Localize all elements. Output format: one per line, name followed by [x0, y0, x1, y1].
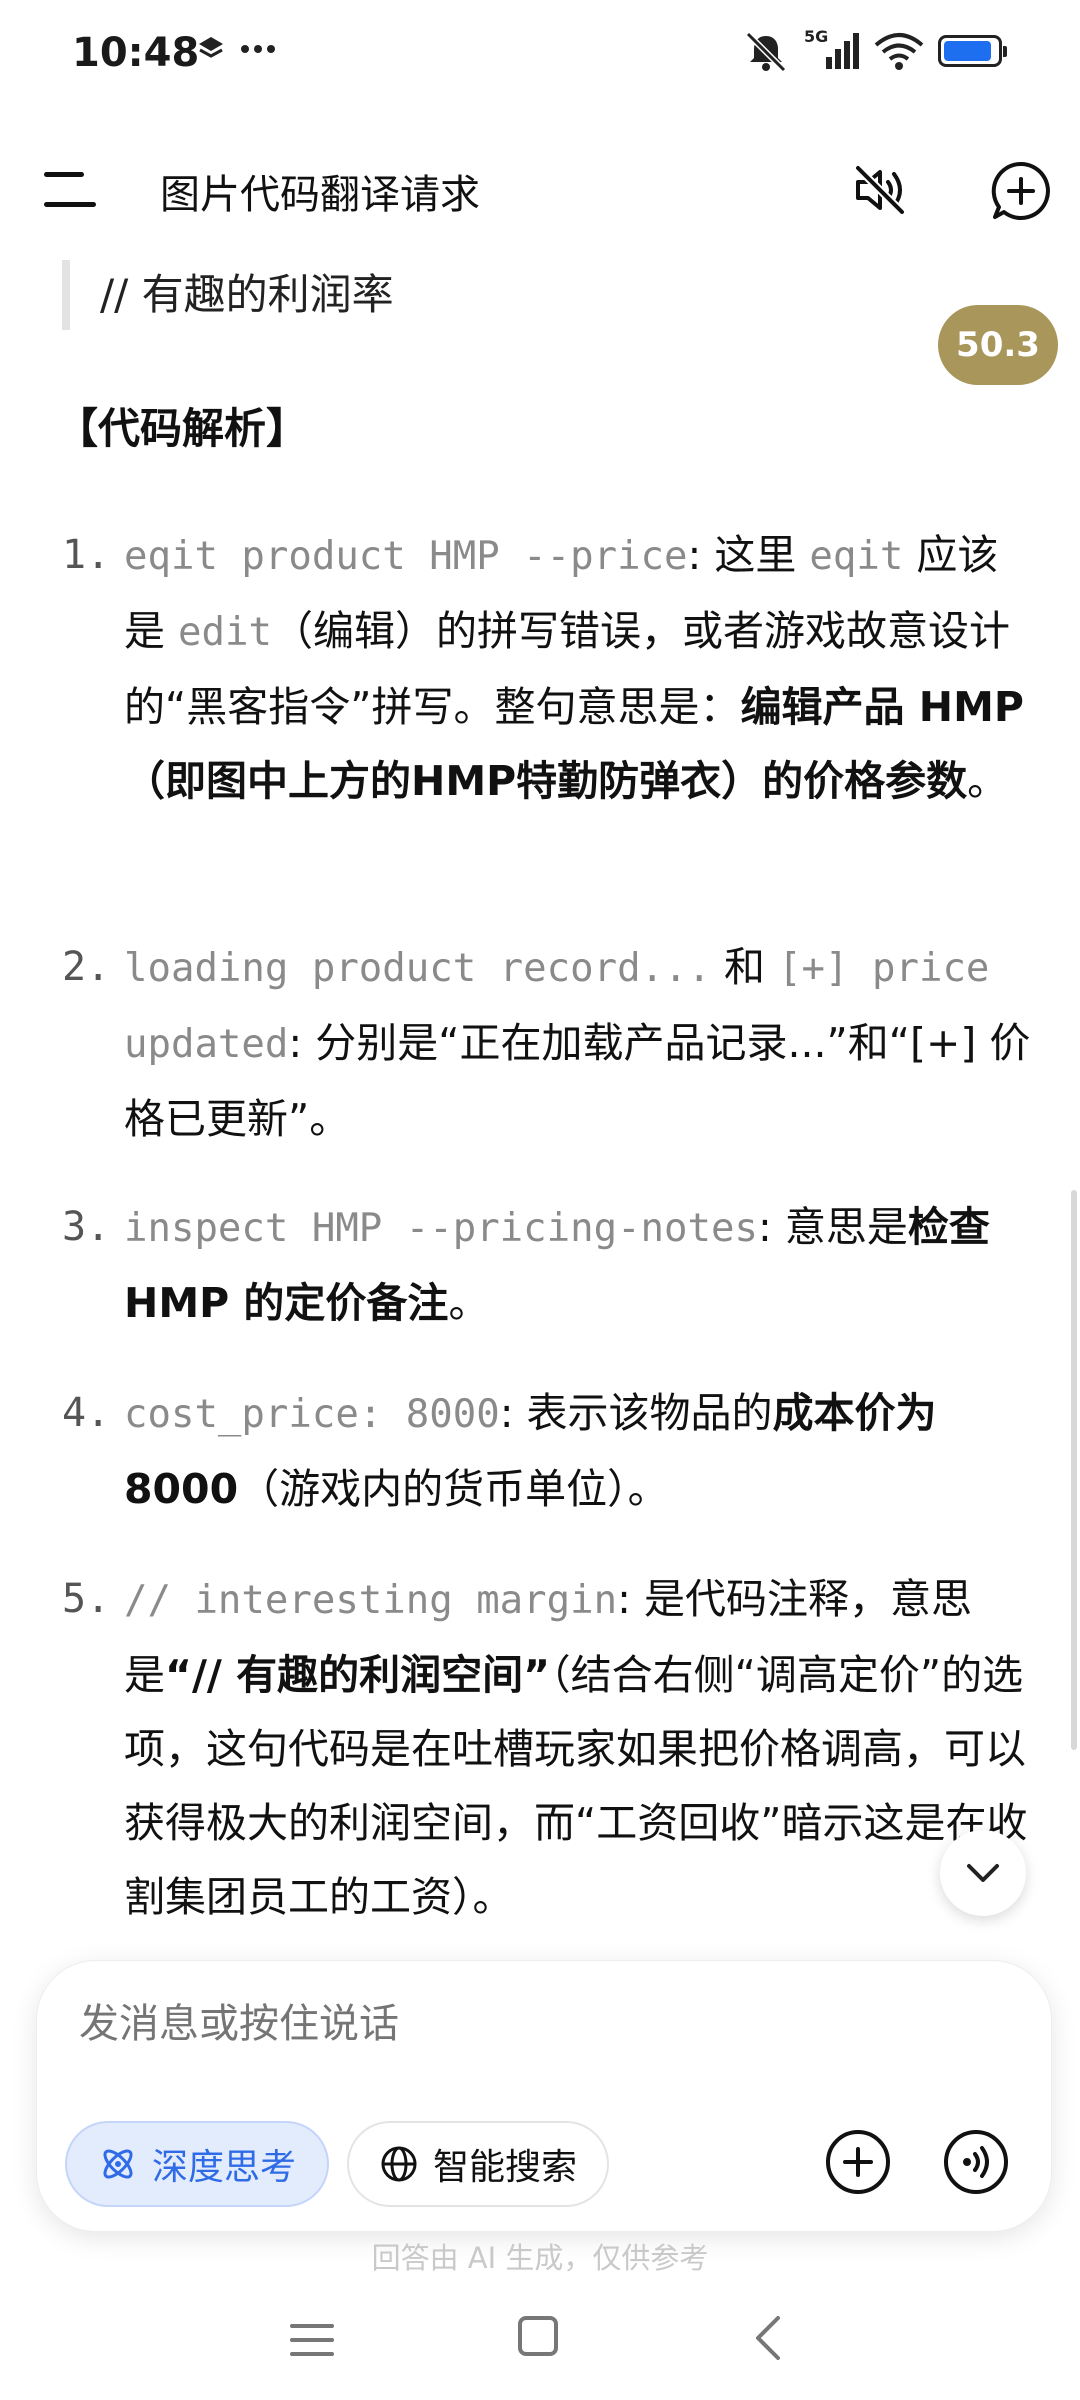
code-span: // interesting margin [124, 1578, 618, 1623]
deep-think-label: 深度思考 [151, 2147, 296, 2188]
code-span: inspect HMP --pricing-notes [124, 1206, 758, 1251]
list-item-number: 5. [62, 1576, 111, 1622]
list-item-text: loading product record... 和 [+] price up… [124, 943, 1031, 1143]
more-dots-icon [241, 45, 275, 53]
new-chat-icon [991, 161, 1050, 220]
speaker-muted-button[interactable] [850, 160, 910, 220]
plus-circle-icon [826, 2130, 890, 2194]
list-item-number: 2. [62, 944, 111, 990]
message-input[interactable] [79, 2001, 979, 2047]
list-item-number: 1. [62, 532, 111, 578]
list-item-text: inspect HMP --pricing-notes: 意思是检查 HMP 的… [124, 1203, 990, 1327]
score-badge: 50.3 [938, 305, 1058, 385]
code-span: loading product record... [124, 946, 711, 991]
new-chat-button[interactable] [990, 160, 1052, 222]
globe-icon [381, 2146, 417, 2182]
smart-search-toggle[interactable]: 智能搜索 [347, 2121, 609, 2207]
speaker-muted-icon [855, 165, 905, 215]
chat-header: 图片代码翻译请求 [0, 140, 1080, 240]
status-time: 10:48 [72, 30, 200, 76]
mute-bell-icon [745, 31, 787, 72]
status-left-icons [196, 34, 276, 64]
scroll-to-bottom-button[interactable] [940, 1830, 1026, 1916]
scrollbar[interactable] [1071, 1190, 1077, 1750]
atom-icon [103, 2149, 133, 2179]
code-span: eqit product HMP --price [124, 534, 688, 579]
message-composer: 深度思考 智能搜索 [36, 1960, 1052, 2232]
bold-text: “// 有趣的利润空间” [165, 1651, 551, 1699]
status-right-icons: 5G [742, 27, 1007, 72]
attach-button[interactable] [823, 2127, 893, 2197]
deep-think-toggle[interactable]: 深度思考 [65, 2121, 329, 2207]
list-item-number: 4. [62, 1390, 111, 1436]
voice-call-icon [944, 2130, 1008, 2194]
back-icon[interactable] [748, 2314, 788, 2362]
voice-call-button[interactable] [941, 2127, 1011, 2197]
menu-icon [44, 172, 84, 177]
chevron-down-icon [967, 1864, 999, 1882]
status-bar: 10:48 5G [0, 0, 1080, 118]
code-span: edit [178, 610, 272, 655]
section-title: 【代码解析】 [56, 404, 309, 453]
list-item-text: cost_price: 8000: 表示该物品的成本价为 8000（游戏内的货币… [124, 1389, 937, 1513]
layers-icon [199, 37, 223, 58]
list-item-text: eqit product HMP --price: 这里 eqit 应该是 ed… [124, 531, 1024, 805]
ai-disclaimer: 回答由 AI 生成，仅供参考 [371, 2241, 709, 2275]
quote-block: // 有趣的利润率 [62, 260, 394, 330]
5g-signal-icon: 5G [804, 27, 860, 71]
home-icon[interactable] [518, 2316, 558, 2356]
chat-title: 图片代码翻译请求 [160, 172, 480, 218]
system-nav-bar [0, 2300, 1080, 2400]
list-item-text: // interesting margin: 是代码注释，意思是“// 有趣的利… [124, 1575, 1028, 1921]
recent-apps-icon[interactable] [290, 2320, 334, 2360]
code-span: eqit [809, 534, 904, 579]
smart-search-label: 智能搜索 [432, 2147, 577, 2188]
wifi-icon [874, 33, 924, 70]
chat-message-area[interactable]: // 有趣的利润率 50.3 【代码解析】 1. eqit product HM… [0, 250, 1080, 1930]
code-span: cost_price: 8000 [124, 1392, 500, 1437]
list-item-number: 3. [62, 1204, 111, 1250]
battery-icon [938, 35, 1007, 67]
menu-button[interactable] [44, 168, 100, 212]
